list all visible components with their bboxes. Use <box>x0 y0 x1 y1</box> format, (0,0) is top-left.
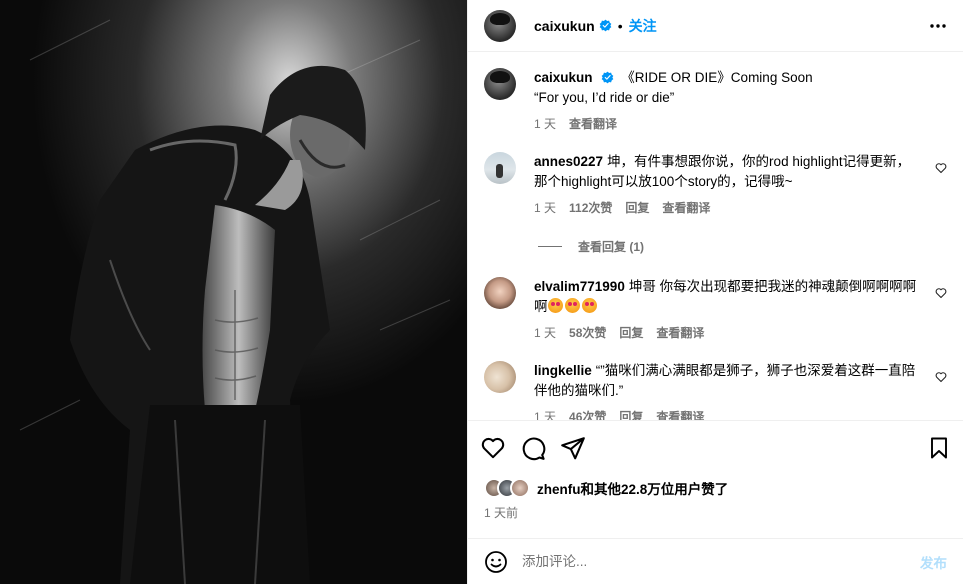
caption-time[interactable]: 1 天 <box>534 114 556 134</box>
comment-reply-button[interactable]: 回复 <box>619 407 643 420</box>
comment-translate-button[interactable]: 查看翻译 <box>656 407 704 420</box>
liker-avatars <box>484 478 530 498</box>
comment-likes-count[interactable]: 58次赞 <box>569 323 606 343</box>
post-comment-button[interactable]: 发布 <box>920 552 947 572</box>
caption-text-line1: 《RIDE OR DIE》Coming Soon <box>621 70 813 85</box>
comment-time[interactable]: 1 天 <box>534 198 556 218</box>
caption-text-line2: “For you, I’d ride or die” <box>534 90 675 105</box>
comment-username[interactable]: lingkellie <box>534 363 592 378</box>
comment-button[interactable] <box>520 435 546 461</box>
author-username[interactable]: caixukun <box>534 18 595 34</box>
comment-likes-count[interactable]: 46次赞 <box>569 407 606 420</box>
verified-badge-icon <box>599 19 612 32</box>
paper-plane-icon <box>561 436 585 459</box>
comment-body: elvalim771990 坤哥 你每次出现都要把我迷的神魂颠倒啊啊啊啊 啊 1 … <box>534 277 947 343</box>
post-header: caixukun • 关注 <box>468 0 963 52</box>
comment-translate-button[interactable]: 查看翻译 <box>662 198 710 218</box>
likes-text[interactable]: zhenfu和其他22.8万位用户赞了 <box>537 478 728 498</box>
speech-bubble-icon <box>522 437 546 460</box>
comment-reply-button[interactable]: 回复 <box>619 323 643 343</box>
comment-meta: 1 天 58次赞 回复 查看翻译 <box>534 323 921 343</box>
comment-meta: 1 天 112次赞 回复 查看翻译 <box>534 198 921 218</box>
comment-time[interactable]: 1 天 <box>534 407 556 420</box>
post-photo[interactable] <box>0 0 467 584</box>
like-button[interactable] <box>480 435 506 461</box>
comment-likes-count[interactable]: 112次赞 <box>569 198 612 218</box>
comment-avatar[interactable] <box>484 361 516 393</box>
comment-item: annes0227 坤，有件事想跟你说，你的rod highlight记得更新，那… <box>484 152 947 218</box>
header-separator: • <box>617 17 623 34</box>
post-viewer: caixukun • 关注 caixukun 《RIDE OR DIE》Comi… <box>0 0 963 584</box>
comment-like-heart-icon[interactable] <box>935 371 947 383</box>
follow-button[interactable]: 关注 <box>629 16 657 36</box>
post-caption: caixukun 《RIDE OR DIE》Coming Soon “For y… <box>484 68 947 134</box>
likes-summary: zhenfu和其他22.8万位用户赞了 <box>468 476 963 500</box>
caption-translate-button[interactable]: 查看翻译 <box>569 114 617 134</box>
comment-body: annes0227 坤，有件事想跟你说，你的rod highlight记得更新，那… <box>534 152 947 218</box>
heart-eyes-emoji-icon <box>564 298 580 313</box>
caption-avatar[interactable] <box>484 68 516 100</box>
comments-section[interactable]: caixukun 《RIDE OR DIE》Coming Soon “For y… <box>468 52 963 420</box>
share-button[interactable] <box>560 435 586 461</box>
comment-text: 坤哥 你每次出现都要把我迷的神魂颠倒啊啊啊啊 <box>628 279 917 294</box>
comment-translate-button[interactable]: 查看翻译 <box>656 323 704 343</box>
comment-username[interactable]: elvalim771990 <box>534 279 625 294</box>
comment-username[interactable]: annes0227 <box>534 154 603 169</box>
caption-body: caixukun 《RIDE OR DIE》Coming Soon “For y… <box>534 68 947 134</box>
comment-item: elvalim771990 坤哥 你每次出现都要把我迷的神魂颠倒啊啊啊啊 啊 1 … <box>484 277 947 343</box>
comment-emoji-prefix: 啊 <box>534 299 548 314</box>
comment-meta: 1 天 46次赞 回复 查看翻译 <box>534 407 921 420</box>
comment-time[interactable]: 1 天 <box>534 323 556 343</box>
caption-meta: 1 天 查看翻译 <box>534 114 947 134</box>
verified-badge-icon <box>601 71 613 84</box>
comment-reply-button[interactable]: 回复 <box>625 198 649 218</box>
view-replies-button[interactable]: 查看回复 (1) <box>538 238 947 255</box>
emoji-picker-icon[interactable] <box>484 550 508 574</box>
save-button[interactable] <box>927 436 951 460</box>
post-side-panel: caixukun • 关注 caixukun 《RIDE OR DIE》Comi… <box>467 0 963 584</box>
liker-avatar[interactable] <box>510 478 530 498</box>
bookmark-icon <box>931 437 947 458</box>
heart-eyes-emoji-icon <box>581 298 597 313</box>
comment-avatar[interactable] <box>484 152 516 184</box>
comment-like-heart-icon[interactable] <box>935 162 947 174</box>
comment-body: lingkellie “”猫咪们满心满眼都是狮子，狮子也深爱着这群一直陪伴他的猫咪… <box>534 361 947 420</box>
author-avatar[interactable] <box>484 9 516 42</box>
post-timestamp: 1 天前 <box>484 506 519 520</box>
add-comment-bar: 发布 <box>468 538 963 584</box>
photo-image <box>0 0 467 584</box>
replies-divider <box>538 246 562 247</box>
comment-input[interactable] <box>522 554 920 569</box>
likes-count-text: 和其他22.8万位用户赞了 <box>580 482 729 497</box>
comment-avatar[interactable] <box>484 277 516 309</box>
caption-username[interactable]: caixukun <box>534 70 593 85</box>
heart-icon <box>481 437 505 458</box>
comment-item: lingkellie “”猫咪们满心满眼都是狮子，狮子也深爱着这群一直陪伴他的猫咪… <box>484 361 947 420</box>
post-actions-bar <box>468 420 963 474</box>
more-options-icon[interactable] <box>929 17 947 35</box>
view-replies-label[interactable]: 查看回复 (1) <box>578 238 644 255</box>
comment-like-heart-icon[interactable] <box>935 287 947 299</box>
likes-user[interactable]: zhenfu <box>537 482 581 497</box>
heart-eyes-emoji-icon <box>547 298 563 313</box>
